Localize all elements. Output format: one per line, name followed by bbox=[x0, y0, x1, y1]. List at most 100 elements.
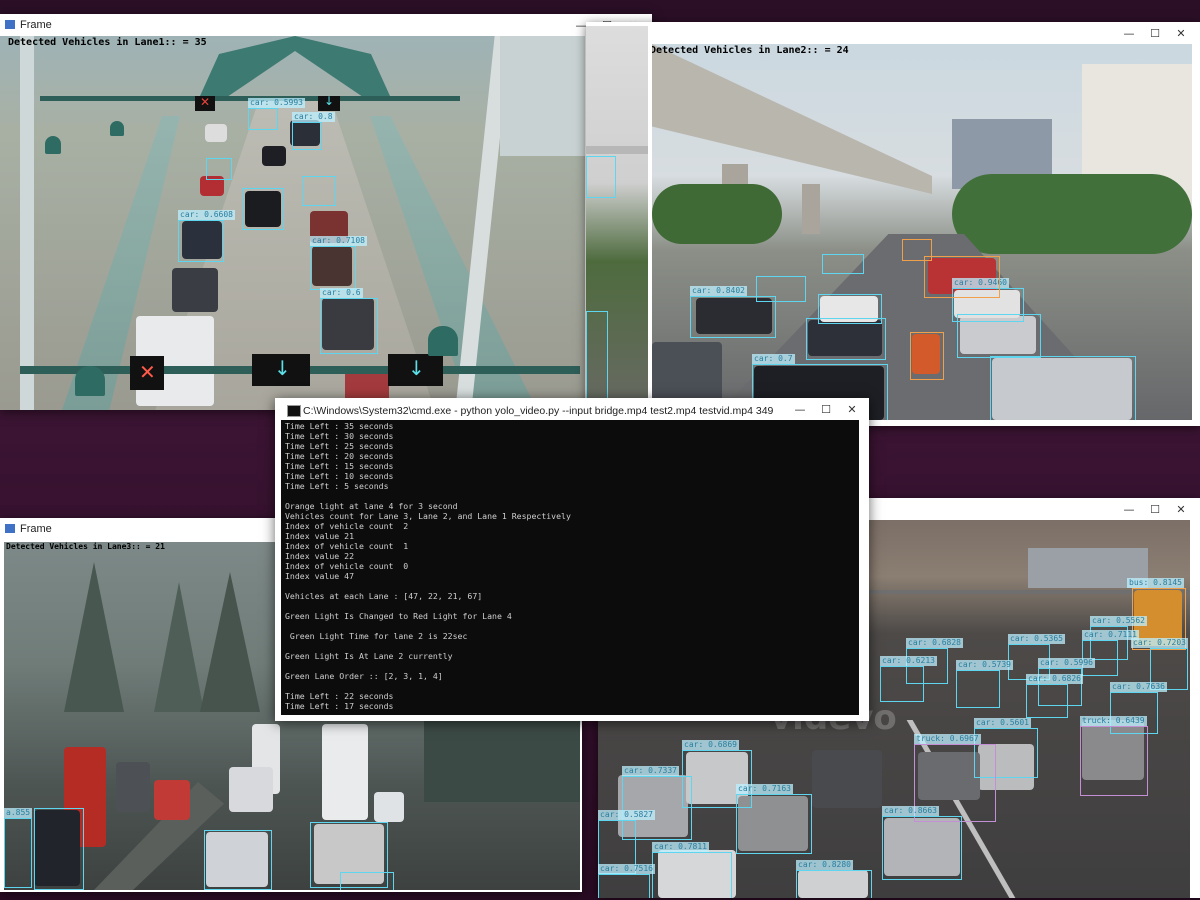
detection-box bbox=[206, 158, 232, 180]
cmd-window: C:\Windows\System32\cmd.exe - python yol… bbox=[275, 398, 869, 721]
app-icon bbox=[5, 524, 15, 533]
console-line: Green Light Time for lane 2 is 22sec bbox=[285, 631, 468, 641]
minimize-icon[interactable]: — bbox=[787, 400, 813, 418]
console-line: Time Left : 22 seconds bbox=[285, 691, 394, 701]
video-frame-bridge: ✕ ↓ ✕ ↓ ↓ car: 0.5993 car: 0.8 car: 0.66… bbox=[0, 36, 585, 410]
detection-box bbox=[34, 808, 84, 890]
close-icon[interactable]: ✕ bbox=[1168, 500, 1194, 518]
detection-label: car: 0.6 bbox=[320, 288, 363, 298]
detection-label: car: 0.5601 bbox=[974, 718, 1031, 728]
detection-label: car: 0.7203 bbox=[1131, 638, 1188, 648]
console-line: Index of vehicle count 1 bbox=[285, 541, 409, 551]
console-line: Index value 21 bbox=[285, 531, 355, 541]
video-frame-side-strip bbox=[586, 26, 648, 418]
window-title: Frame bbox=[20, 523, 52, 535]
detection-label: car: 0.7108 bbox=[310, 236, 367, 246]
detection-label: car: 0.5365 bbox=[1008, 634, 1065, 644]
console-line: Time Left : 5 seconds bbox=[285, 481, 389, 491]
detection-box bbox=[910, 332, 944, 380]
detection-label: truck: 0.6967 bbox=[914, 734, 981, 744]
vehicle-count-overlay: Detected Vehicles in Lane2:: = 24 bbox=[652, 45, 849, 56]
window-title: Frame bbox=[20, 19, 52, 31]
console-line: Vehicles count for Lane 3, Lane 2, and L… bbox=[285, 511, 571, 521]
detection-label: car: 0.5996 bbox=[1038, 658, 1095, 668]
detection-label: car: 0.7636 bbox=[1110, 682, 1167, 692]
vehicle-count-overlay: Detected Vehicles in Lane3:: = 21 bbox=[6, 542, 165, 551]
detection-label: car: 0.7516 bbox=[598, 864, 655, 874]
close-icon[interactable]: ✕ bbox=[839, 400, 865, 418]
detection-box: car: 0.6213 bbox=[880, 656, 937, 702]
console-line: Green Light Is At Lane 2 currently bbox=[285, 651, 453, 661]
detection-label: car: 0.5562 bbox=[1090, 616, 1147, 626]
detection-box bbox=[302, 176, 336, 206]
vehicle-count-overlay: Detected Vehicles in Lane1:: = 35 bbox=[8, 37, 207, 48]
frame-window-titlebar[interactable]: — ☐ ✕ bbox=[586, 22, 1200, 44]
detection-box: car: 0.6608 bbox=[178, 210, 235, 262]
console-output[interactable]: Time Left : 35 seconds Time Left : 30 sec… bbox=[281, 420, 859, 715]
minimize-icon[interactable]: — bbox=[1116, 500, 1142, 518]
frame-window-lane1: Frame — ☐ ✕ ✕ ↓ ✕ ↓ bbox=[0, 14, 652, 410]
detection-box: car: 0.8 bbox=[292, 112, 335, 150]
console-line: Orange light at lane 4 for 3 second bbox=[285, 501, 458, 511]
detection-box bbox=[806, 318, 886, 360]
console-line: Time Left : 17 seconds bbox=[285, 701, 394, 711]
detection-label: car: 0.5993 bbox=[248, 98, 305, 108]
detection-label: car: 0.6869 bbox=[682, 740, 739, 750]
detection-box: a.855 bbox=[4, 808, 33, 888]
console-line: Time Left : 15 seconds bbox=[285, 461, 394, 471]
detection-label: car: 0.8280 bbox=[796, 860, 853, 870]
detection-label: car: 0.6828 bbox=[906, 638, 963, 648]
maximize-icon[interactable]: ☐ bbox=[813, 400, 839, 418]
detection-box: car: 0.7516 bbox=[598, 864, 655, 898]
console-line: Time Left : 25 seconds bbox=[285, 441, 394, 451]
detection-box: car: 0.7108 bbox=[310, 236, 367, 290]
detection-box bbox=[990, 356, 1136, 420]
frame-window-titlebar[interactable]: Frame — ☐ ✕ bbox=[0, 14, 652, 36]
frame-window-lane2: — ☐ ✕ car: 0.8402 car: 0.7 car: 0.9460 D… bbox=[586, 22, 1200, 426]
detection-label: car: 0.7163 bbox=[736, 784, 793, 794]
detection-label: car: 0.8402 bbox=[690, 286, 747, 296]
console-line: Time Left : 30 seconds bbox=[285, 431, 394, 441]
detection-label: car: 0.7811 bbox=[652, 842, 709, 852]
detection-box bbox=[924, 256, 1000, 298]
detection-label: car: 0.8 bbox=[292, 112, 335, 122]
console-line: Index of vehicle count 0 bbox=[285, 561, 409, 571]
console-line: Time Left : 35 seconds bbox=[285, 421, 394, 431]
detection-box bbox=[204, 830, 272, 890]
detection-box: car: 0.6 bbox=[320, 288, 378, 354]
terminal-icon bbox=[287, 405, 301, 417]
console-line: Vehicles at each Lane : [47, 22, 21, 67] bbox=[285, 591, 483, 601]
detection-box: car: 0.5739 bbox=[956, 660, 1013, 708]
detection-box bbox=[902, 239, 932, 261]
detection-label: car: 0.7337 bbox=[622, 766, 679, 776]
detection-label: car: 0.6213 bbox=[880, 656, 937, 666]
detection-box: truck: 0.6439 bbox=[1080, 716, 1148, 796]
detection-box: car: 0.8402 bbox=[690, 286, 776, 338]
detection-box: car: 0.6826 bbox=[1026, 674, 1083, 718]
detection-box bbox=[340, 872, 394, 890]
detection-box: car: 0.8280 bbox=[796, 860, 872, 898]
maximize-icon[interactable]: ☐ bbox=[1142, 24, 1168, 42]
console-line: Time Left : 20 seconds bbox=[285, 451, 394, 461]
detection-box bbox=[242, 188, 284, 230]
detection-label: car: 0.7 bbox=[752, 354, 795, 364]
minimize-icon[interactable]: — bbox=[1116, 24, 1142, 42]
detection-label: car: 0.6826 bbox=[1026, 674, 1083, 684]
detection-box: car: 0.7811 bbox=[652, 842, 732, 898]
detection-label: car: 0.5739 bbox=[956, 660, 1013, 670]
detection-box: car: 0.8663 bbox=[882, 806, 962, 880]
console-line: Index value 47 bbox=[285, 571, 355, 581]
maximize-icon[interactable]: ☐ bbox=[1142, 500, 1168, 518]
detection-box bbox=[822, 254, 864, 274]
close-icon[interactable]: ✕ bbox=[1168, 24, 1194, 42]
console-line: Time Left : 10 seconds bbox=[285, 471, 394, 481]
cmd-titlebar[interactable]: C:\Windows\System32\cmd.exe - python yol… bbox=[275, 398, 869, 422]
app-icon bbox=[5, 20, 15, 29]
detection-label: car: 0.5827 bbox=[598, 810, 655, 820]
